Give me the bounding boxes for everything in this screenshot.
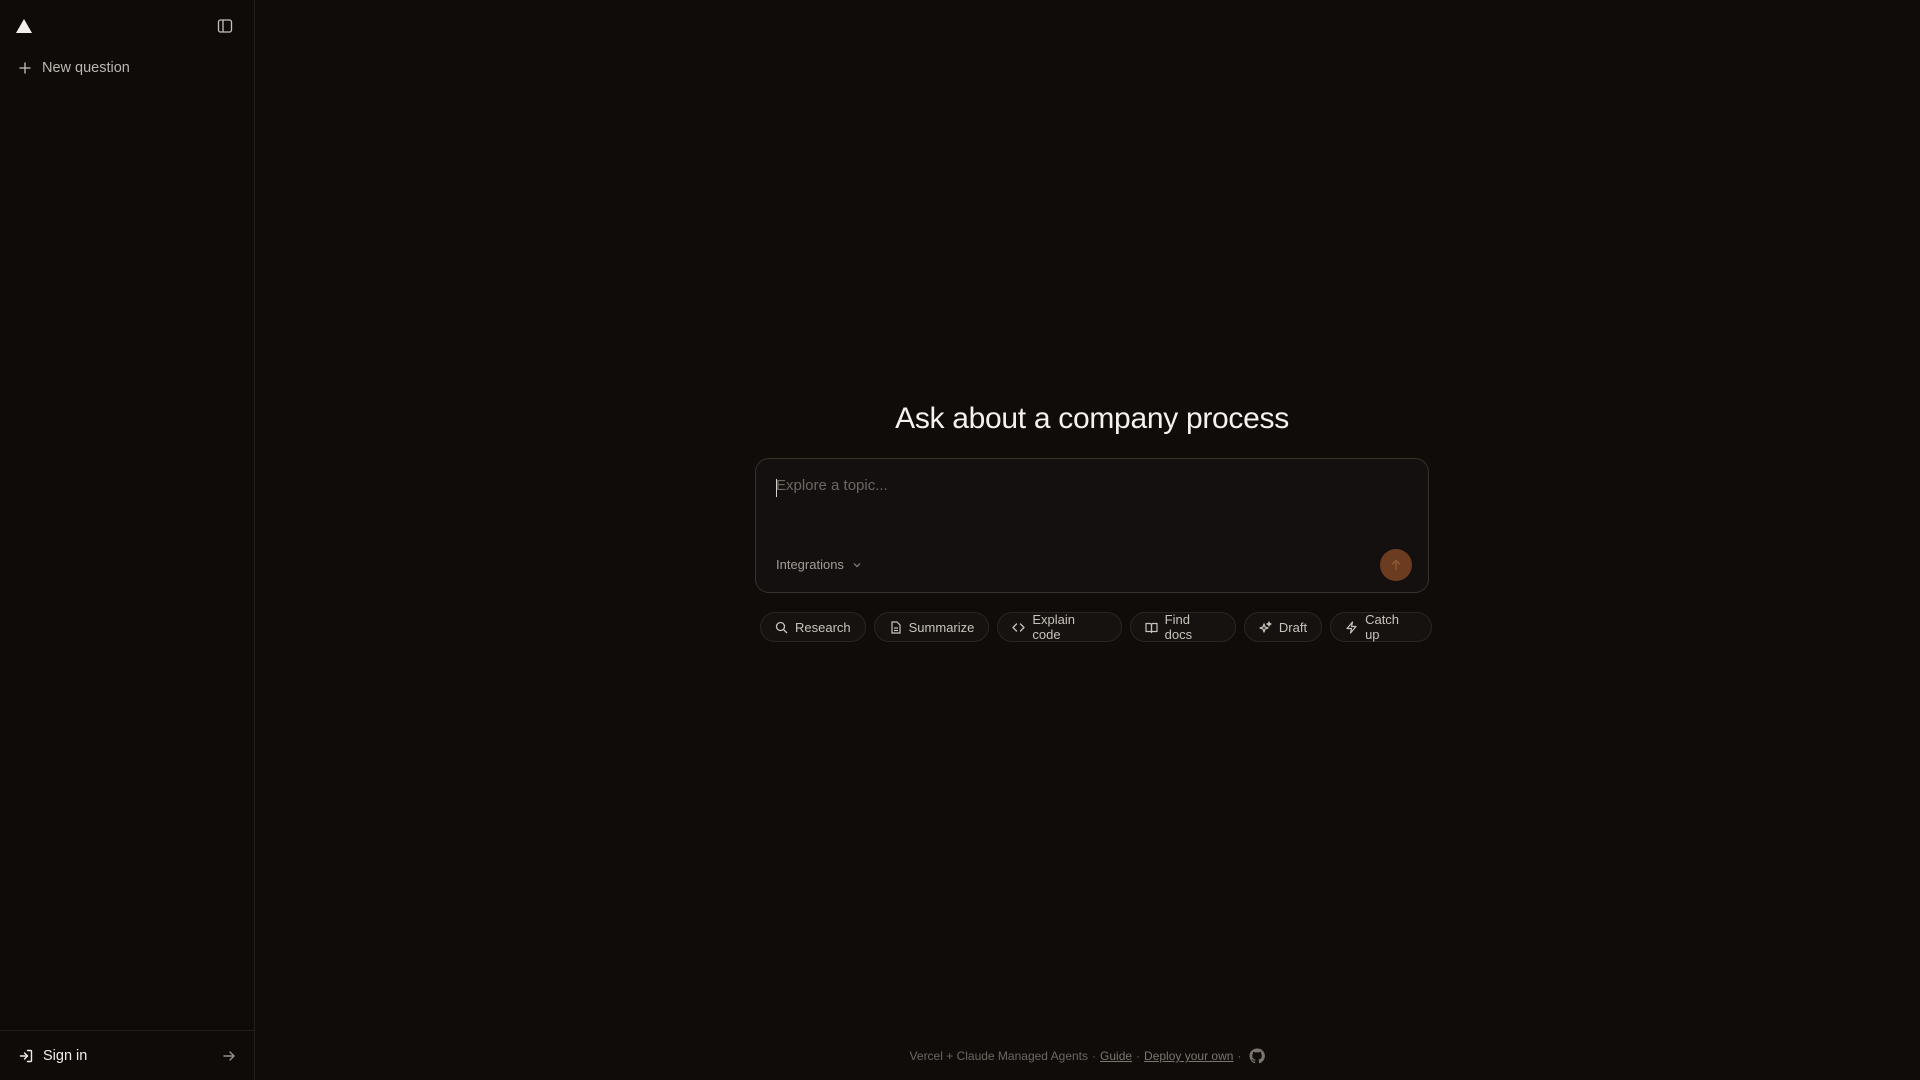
integrations-label: Integrations	[776, 557, 844, 572]
app: New question Sign in Ask about a company…	[0, 0, 1920, 1080]
new-question-label: New question	[42, 60, 130, 76]
new-question-button[interactable]: New question	[8, 52, 246, 84]
chat-start: Ask about a company process Integrations	[752, 402, 1432, 642]
sign-in-label: Sign in	[43, 1047, 88, 1064]
chip-label: Find docs	[1164, 612, 1193, 642]
github-icon[interactable]	[1249, 1048, 1266, 1064]
chip-label: Catch up	[1365, 612, 1400, 642]
guide-link[interactable]: Guide	[1100, 1049, 1132, 1063]
sidebar-header	[0, 0, 254, 52]
suggestion-chips: Research Summarize Explain code Find doc…	[760, 612, 1432, 642]
sidebar-toggle-icon[interactable]	[212, 13, 238, 39]
sidebar-footer: Sign in	[0, 1030, 254, 1080]
zap-icon	[1345, 620, 1358, 634]
chip-find-docs[interactable]: Find docs	[1129, 612, 1236, 642]
chip-research[interactable]: Research	[760, 612, 866, 642]
chip-catch-up[interactable]: Catch up	[1330, 612, 1432, 642]
arrow-right-icon[interactable]	[222, 1049, 236, 1063]
chip-label: Research	[795, 619, 851, 635]
text-caret	[776, 479, 777, 497]
chip-label: Summarize	[908, 619, 975, 635]
chevron-down-icon	[852, 560, 862, 570]
deploy-link[interactable]: Deploy your own	[1144, 1049, 1233, 1063]
sign-in-button[interactable]: Sign in	[18, 1048, 87, 1064]
footer-separator: ·	[1092, 1049, 1097, 1063]
plus-icon	[18, 61, 32, 75]
send-button[interactable]	[1380, 549, 1412, 581]
footer-credit: Vercel + Claude Managed Agents	[909, 1049, 1089, 1063]
integrations-dropdown[interactable]: Integrations	[776, 557, 862, 572]
document-icon	[889, 620, 902, 634]
chip-label: Draft	[1278, 619, 1308, 635]
sidebar-history	[0, 84, 254, 1030]
chip-summarize[interactable]: Summarize	[873, 612, 990, 642]
page-title: Ask about a company process	[895, 402, 1289, 435]
search-icon	[775, 621, 788, 634]
sidebar: New question Sign in	[0, 0, 255, 1080]
sparkles-icon	[1259, 620, 1272, 634]
topic-input[interactable]	[776, 477, 1396, 494]
main-area: Ask about a company process Integrations	[255, 0, 1920, 1080]
footer: Vercel + Claude Managed Agents · Guide ·…	[255, 1048, 1920, 1064]
chip-draft[interactable]: Draft	[1243, 612, 1323, 642]
book-icon	[1145, 621, 1158, 634]
footer-separator: ·	[1136, 1049, 1141, 1063]
footer-separator: ·	[1237, 1049, 1242, 1063]
arrow-up-icon	[1391, 559, 1401, 571]
chip-explain-code[interactable]: Explain code	[997, 612, 1122, 642]
chip-label: Explain code	[1032, 612, 1076, 642]
log-in-icon	[18, 1048, 34, 1064]
triangle-logo-icon[interactable]	[15, 18, 33, 34]
composer: Integrations	[755, 458, 1429, 593]
code-icon	[1012, 621, 1026, 634]
